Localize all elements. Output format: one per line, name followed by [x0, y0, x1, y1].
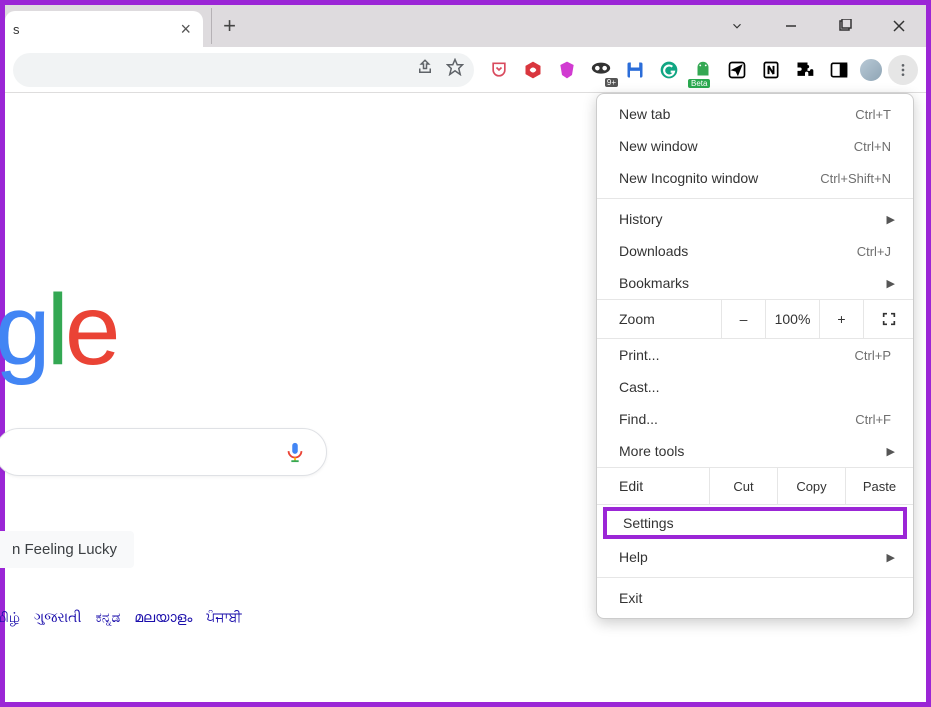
menu-find[interactable]: Find... Ctrl+F: [597, 403, 913, 435]
google-logo-fragment: gle: [0, 273, 116, 388]
close-window-button[interactable]: [872, 5, 926, 47]
extension-android-icon[interactable]: Beta: [688, 55, 718, 85]
browser-tab[interactable]: s ×: [5, 11, 203, 47]
address-bar[interactable]: [13, 53, 474, 87]
menu-label: Settings: [623, 515, 887, 531]
edit-paste-button[interactable]: Paste: [845, 468, 913, 504]
extensions-puzzle-icon[interactable]: [790, 55, 820, 85]
menu-zoom-row: Zoom – 100% +: [597, 299, 913, 339]
menu-label: Downloads: [619, 243, 857, 259]
lang-link[interactable]: ગુજરાતી: [34, 609, 81, 628]
menu-new-tab[interactable]: New tab Ctrl+T: [597, 98, 913, 130]
menu-print[interactable]: Print... Ctrl+P: [597, 339, 913, 371]
menu-shortcut: Ctrl+J: [857, 244, 891, 259]
menu-help[interactable]: Help ▶: [597, 541, 913, 573]
menu-separator: [597, 577, 913, 578]
lang-link[interactable]: மிழ்: [0, 609, 20, 628]
language-links: மிழ் ગુજરાતી ಕನ್ನಡ മലയാളം ਪੰਜਾਬੀ: [0, 609, 242, 628]
menu-label: Edit: [597, 468, 709, 504]
menu-label: Help: [619, 549, 891, 565]
extension-grammarly-icon[interactable]: [654, 55, 684, 85]
menu-shortcut: Ctrl+F: [855, 412, 891, 427]
menu-label: Exit: [619, 590, 891, 606]
tab-strip: s × +: [5, 5, 926, 47]
maximize-window-button[interactable]: [818, 5, 872, 47]
extension-save-icon[interactable]: [620, 55, 650, 85]
browser-toolbar: 9+ Beta: [5, 47, 926, 93]
lang-link[interactable]: മലയാളം: [134, 609, 192, 628]
window-controls: [710, 5, 926, 47]
logo-letter-e: e: [65, 274, 117, 386]
extension-send-icon[interactable]: [722, 55, 752, 85]
microphone-icon[interactable]: [284, 441, 306, 463]
menu-cast[interactable]: Cast...: [597, 371, 913, 403]
new-tab-button[interactable]: +: [211, 8, 247, 44]
menu-separator: [597, 198, 913, 199]
menu-label: Print...: [619, 347, 855, 363]
menu-label: Cast...: [619, 379, 891, 395]
menu-bookmarks[interactable]: Bookmarks ▶: [597, 267, 913, 299]
minimize-window-button[interactable]: [764, 5, 818, 47]
menu-label: New window: [619, 138, 854, 154]
menu-settings[interactable]: Settings: [603, 507, 907, 539]
menu-shortcut: Ctrl+P: [855, 348, 891, 363]
profile-avatar[interactable]: [858, 57, 884, 83]
menu-shortcut: Ctrl+N: [854, 139, 891, 154]
menu-downloads[interactable]: Downloads Ctrl+J: [597, 235, 913, 267]
menu-exit[interactable]: Exit: [597, 582, 913, 614]
lang-link[interactable]: ಕನ್ನಡ: [95, 609, 120, 628]
extension-privacy-icon[interactable]: 9+: [586, 55, 616, 85]
extension-badge: 9+: [605, 78, 618, 87]
chrome-main-menu: New tab Ctrl+T New window Ctrl+N New Inc…: [596, 93, 914, 619]
logo-letter-g: g: [0, 274, 47, 386]
menu-label: Zoom: [597, 301, 721, 337]
menu-new-window[interactable]: New window Ctrl+N: [597, 130, 913, 162]
menu-shortcut: Ctrl+T: [855, 107, 891, 122]
extension-adblock-icon[interactable]: [518, 55, 548, 85]
tab-title: s: [13, 22, 176, 37]
logo-letter-l: l: [47, 274, 65, 386]
menu-label: Bookmarks: [619, 275, 891, 291]
zoom-in-button[interactable]: +: [819, 300, 863, 338]
menu-edit-row: Edit Cut Copy Paste: [597, 467, 913, 505]
search-input[interactable]: [0, 428, 327, 476]
tab-search-chevron-icon[interactable]: [710, 5, 764, 47]
menu-label: New Incognito window: [619, 170, 820, 186]
menu-more-tools[interactable]: More tools ▶: [597, 435, 913, 467]
extension-pocket-icon[interactable]: [484, 55, 514, 85]
side-panel-icon[interactable]: [824, 55, 854, 85]
extension-notion-icon[interactable]: [756, 55, 786, 85]
edit-copy-button[interactable]: Copy: [777, 468, 845, 504]
beta-badge: Beta: [688, 79, 710, 88]
menu-label: Find...: [619, 411, 855, 427]
menu-new-incognito[interactable]: New Incognito window Ctrl+Shift+N: [597, 162, 913, 194]
menu-shortcut: Ctrl+Shift+N: [820, 171, 891, 186]
edit-cut-button[interactable]: Cut: [709, 468, 777, 504]
menu-label: More tools: [619, 443, 891, 459]
share-icon[interactable]: [416, 58, 434, 81]
zoom-percent: 100%: [765, 300, 819, 338]
fullscreen-icon[interactable]: [863, 300, 913, 338]
zoom-out-button[interactable]: –: [721, 300, 765, 338]
menu-label: New tab: [619, 106, 855, 122]
menu-history[interactable]: History ▶: [597, 203, 913, 235]
extension-brave-icon[interactable]: [552, 55, 582, 85]
feeling-lucky-button[interactable]: n Feeling Lucky: [0, 531, 134, 568]
close-tab-icon[interactable]: ×: [176, 19, 195, 40]
bookmark-star-icon[interactable]: [446, 58, 464, 81]
lang-link[interactable]: ਪੰਜਾਬੀ: [206, 609, 241, 628]
more-menu-button[interactable]: [888, 55, 918, 85]
menu-label: History: [619, 211, 891, 227]
